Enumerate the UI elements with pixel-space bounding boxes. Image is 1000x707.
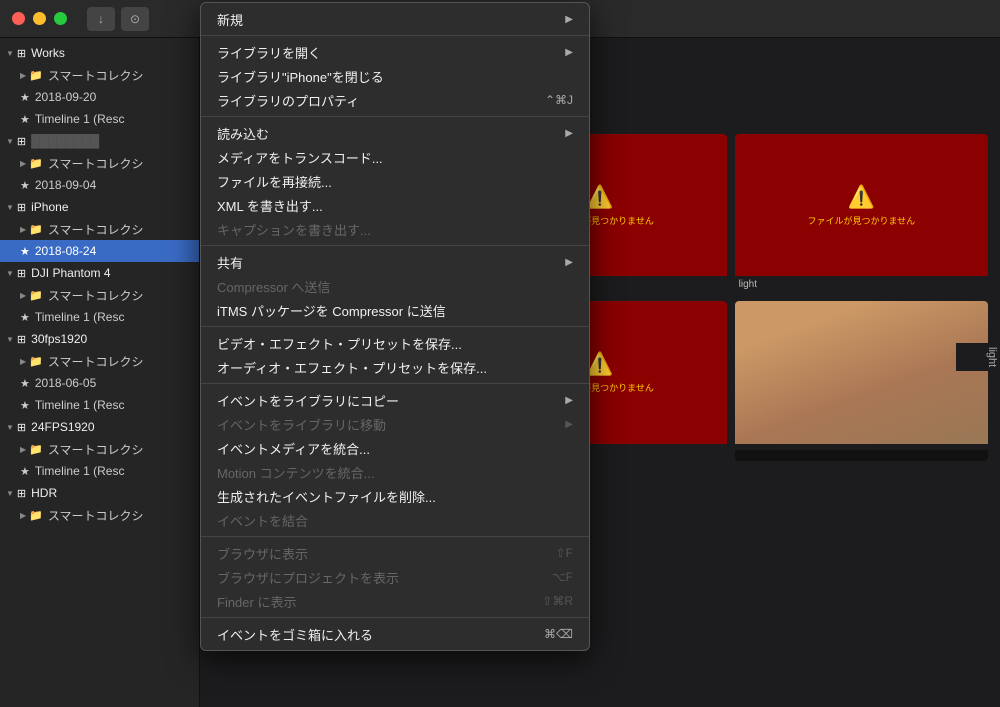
menu-item-move-to-lib: イベントをライブラリに移動 ▶ bbox=[201, 412, 589, 436]
menu-item-show-browser: ブラウザに表示 ⇧F bbox=[201, 541, 589, 565]
menu-item-new[interactable]: 新規 ▶ bbox=[201, 7, 589, 31]
submenu-arrow: ▶ bbox=[565, 14, 573, 25]
menu-item-motion-consolidate: Motion コンテンツを統合... bbox=[201, 460, 589, 484]
menu-item-consolidate[interactable]: イベントメディアを統合... bbox=[201, 436, 589, 460]
submenu-arrow: ▶ bbox=[565, 128, 573, 139]
menu-item-xml[interactable]: XML を書き出す... bbox=[201, 193, 589, 217]
menu-item-caption: キャプションを書き出す... bbox=[201, 217, 589, 241]
menu-item-merge: イベントを結合 bbox=[201, 508, 589, 532]
submenu-arrow: ▶ bbox=[565, 419, 573, 430]
menu-item-audio-preset[interactable]: オーディオ・エフェクト・プリセットを保存... bbox=[201, 355, 589, 379]
menu-item-share[interactable]: 共有 ▶ bbox=[201, 250, 589, 274]
submenu-arrow: ▶ bbox=[565, 257, 573, 268]
menu-separator bbox=[201, 116, 589, 117]
menu-item-reconnect[interactable]: ファイルを再接続... bbox=[201, 169, 589, 193]
menu-item-lib-prop[interactable]: ライブラリのプロパティ ⌃⌘J bbox=[201, 88, 589, 112]
main-layout: ▼ ⊞ Works ▶ 📁 スマートコレクシ ★ 2018-09-20 ★ Ti… bbox=[0, 38, 1000, 707]
menu-item-itms[interactable]: iTMS パッケージを Compressor に送信 bbox=[201, 298, 589, 322]
menu-separator bbox=[201, 245, 589, 246]
menu-item-show-finder: Finder に表示 ⇧⌘R bbox=[201, 589, 589, 613]
submenu-arrow: ▶ bbox=[565, 395, 573, 406]
menu-separator bbox=[201, 326, 589, 327]
menu-item-copy-to-lib[interactable]: イベントをライブラリにコピー ▶ bbox=[201, 388, 589, 412]
submenu-arrow: ▶ bbox=[565, 47, 573, 58]
menu-item-import[interactable]: 読み込む ▶ bbox=[201, 121, 589, 145]
menu-item-transcode[interactable]: メディアをトランスコード... bbox=[201, 145, 589, 169]
menu-item-close-lib[interactable]: ライブラリ"iPhone"を閉じる bbox=[201, 64, 589, 88]
menu-overlay: 新規 ▶ ライブラリを開く ▶ ライブラリ"iPhone"を閉じる ライブラリの… bbox=[0, 0, 1000, 707]
menu-item-compressor: Compressor へ送信 bbox=[201, 274, 589, 298]
menu-separator bbox=[201, 617, 589, 618]
menu-separator bbox=[201, 35, 589, 36]
menu-item-trash[interactable]: イベントをゴミ箱に入れる ⌘⌫ bbox=[201, 622, 589, 646]
menu-item-open-lib[interactable]: ライブラリを開く ▶ bbox=[201, 40, 589, 64]
menu-separator bbox=[201, 383, 589, 384]
menu-item-delete-files[interactable]: 生成されたイベントファイルを削除... bbox=[201, 484, 589, 508]
menu-item-show-project-browser: ブラウザにプロジェクトを表示 ⌥F bbox=[201, 565, 589, 589]
menu-separator bbox=[201, 536, 589, 537]
menu-item-video-preset[interactable]: ビデオ・エフェクト・プリセットを保存... bbox=[201, 331, 589, 355]
dropdown-menu: 新規 ▶ ライブラリを開く ▶ ライブラリ"iPhone"を閉じる ライブラリの… bbox=[200, 2, 590, 651]
